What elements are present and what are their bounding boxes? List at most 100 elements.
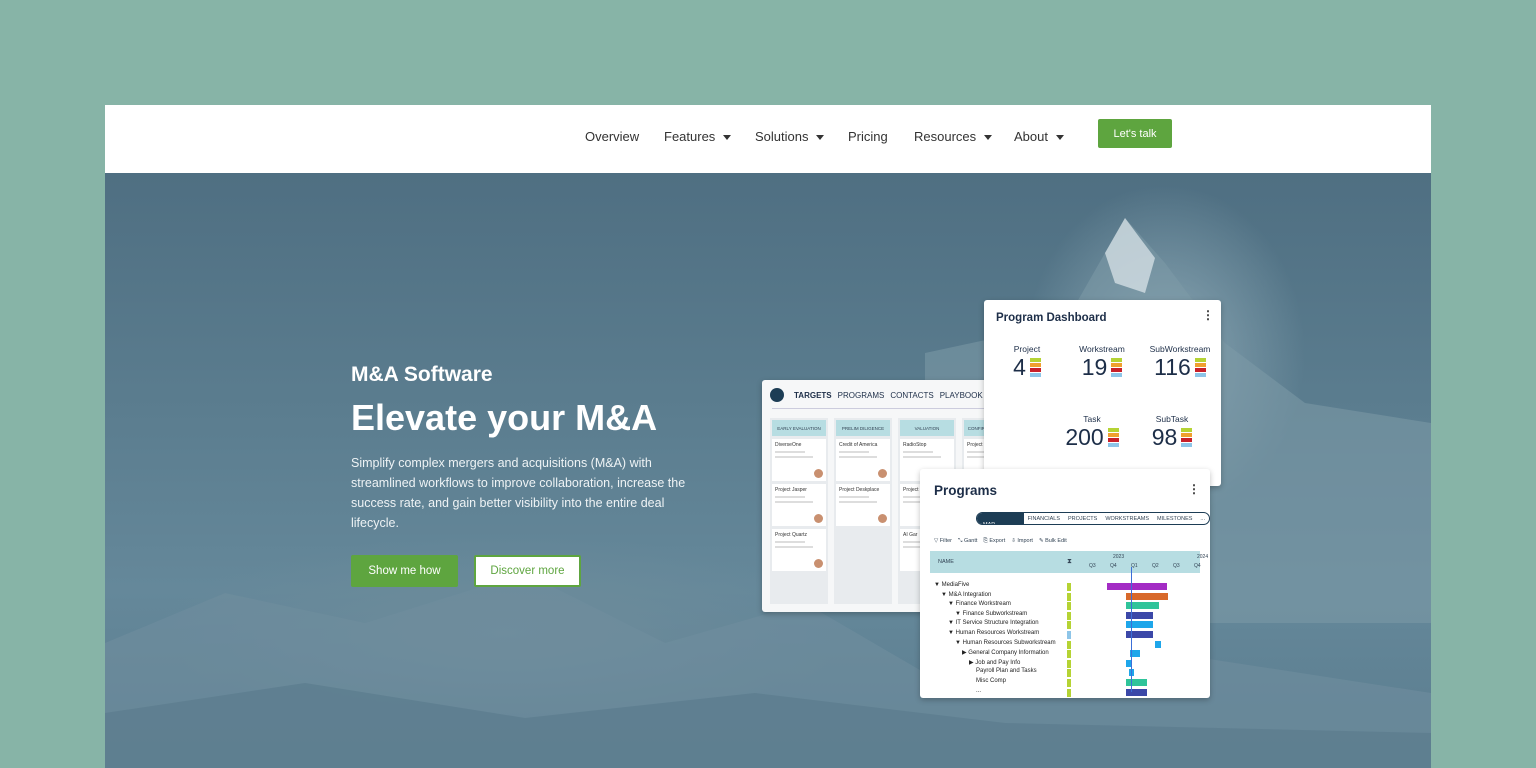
status-segment <box>1181 442 1193 447</box>
status-indicator <box>1067 669 1071 678</box>
caret-down-icon: ▼ <box>941 591 949 598</box>
today-marker <box>1130 567 1132 692</box>
avatar <box>814 514 823 523</box>
metric-subtask: SubTask 98 <box>1139 414 1205 451</box>
gantt-row[interactable]: ▼ Human Resources Workstream <box>948 630 1039 636</box>
gantt-row[interactable]: ▶ General Company Information <box>962 649 1049 656</box>
nav-item-solutions[interactable]: Solutions <box>755 129 825 144</box>
website: Overview Features Solutions Pricing Resource… <box>105 105 1431 768</box>
caret-down-icon: ▼ <box>948 601 956 608</box>
nav-item-overview[interactable]: Overview <box>585 129 639 144</box>
placeholder-line <box>775 541 805 543</box>
status-breakdown-bar <box>1111 357 1123 378</box>
gantt-row[interactable]: ▼ IT Service Structure Integration <box>948 620 1039 626</box>
nav-item-label: About <box>1014 129 1048 144</box>
kanban-tab[interactable]: CONTACTS <box>890 391 933 400</box>
tab--[interactable]: ... <box>1196 516 1209 522</box>
quarter-label: Q3 <box>1173 563 1180 569</box>
status-segment <box>1181 437 1193 442</box>
status-segment <box>1111 362 1123 367</box>
kanban-card[interactable]: Project Quartz <box>772 529 826 571</box>
kanban-card[interactable]: DiverseOne <box>772 439 826 481</box>
tool-bulk-edit[interactable]: ✎ Bulk Edit <box>1039 538 1067 545</box>
hero-eyebrow: M&A Software <box>351 363 493 386</box>
gantt-row[interactable]: Misc Comp <box>976 678 1006 684</box>
tool-label: Gantt <box>963 538 978 544</box>
metric-label: Task <box>1083 414 1101 424</box>
nav-item-label: Features <box>664 129 716 144</box>
gantt-row[interactable]: Payroll Plan and Tasks <box>976 668 1037 674</box>
metric-value: 98 <box>1151 424 1178 450</box>
quarter-label: Q2 <box>1152 563 1159 569</box>
gantt-row[interactable]: ▼ Finance Subworkstream <box>955 611 1027 617</box>
kanban-tab[interactable]: TARGETS <box>794 391 832 400</box>
show-me-how-button[interactable]: Show me how <box>351 555 458 587</box>
tool-gantt[interactable]: ⤡ Gantt <box>958 538 977 545</box>
row-name: Finance Subworkstream <box>962 610 1028 617</box>
nav-item-label: Solutions <box>755 129 809 144</box>
tool-label: Filter <box>939 538 952 544</box>
kanban-card[interactable]: Credit of America <box>836 439 890 481</box>
status-segment <box>1107 432 1119 437</box>
programs-toolbar: ▽ Filter ⤡ Gantt ⎘ Export ⇩ Import ✎ Bulk Ed… <box>934 538 1067 545</box>
status-indicator <box>1067 640 1071 649</box>
kanban-card[interactable]: Project Jasper <box>772 484 826 526</box>
caret-down-icon: ▼ <box>948 620 956 627</box>
kanban-card-title: Project Jasper <box>775 487 807 493</box>
status-segment <box>1029 357 1041 362</box>
more-options-icon: ⋮ <box>1188 482 1200 496</box>
programs-card: Programs ⋮ ACTIVITY MAPFINANCIALSPROJECT… <box>920 469 1210 698</box>
placeholder-line <box>839 451 869 453</box>
placeholder-line <box>775 496 805 498</box>
chevron-down-icon <box>723 135 732 141</box>
metric-label: Project <box>1013 344 1041 354</box>
discover-more-button[interactable]: Discover more <box>474 555 581 587</box>
nav-item-resources[interactable]: Resources <box>914 129 993 144</box>
gantt-row[interactable]: ▼ M&A Integration <box>941 592 991 598</box>
nav-item-features[interactable]: Features <box>664 129 732 144</box>
nav-item-pricing[interactable]: Pricing <box>848 129 888 144</box>
tool-filter[interactable]: ▽ Filter <box>934 538 952 545</box>
metric-task: Task 200 <box>1059 414 1125 451</box>
status-indicator <box>1067 631 1071 639</box>
kanban-card-title: Project Quartz <box>775 532 807 538</box>
avatar <box>814 559 823 568</box>
gantt-row[interactable]: ▼ MediaFive <box>934 582 969 588</box>
nav-item-about[interactable]: About <box>1014 129 1064 144</box>
gantt-bar <box>1125 592 1168 600</box>
placeholder-line <box>839 501 877 503</box>
gantt-row[interactable]: ... <box>976 688 981 694</box>
tab-activity-map[interactable]: ACTIVITY MAP <box>977 513 1024 524</box>
row-name: Human Resources Workstream <box>955 630 1040 636</box>
hero-description: Simplify complex mergers and acquisition… <box>351 456 686 530</box>
status-breakdown-bar <box>1107 427 1119 448</box>
placeholder-line <box>903 451 933 453</box>
gantt-bar <box>1125 688 1147 696</box>
placeholder-line <box>839 456 877 458</box>
tab-financials[interactable]: FINANCIALS <box>1024 516 1064 522</box>
lets-talk-button[interactable]: Let's talk <box>1098 119 1172 148</box>
tab-workstreams[interactable]: WORKSTREAMS <box>1101 516 1153 522</box>
programs-tabs: ACTIVITY MAPFINANCIALSPROJECTSWORKSTREAM… <box>976 512 1210 525</box>
status-breakdown-bar <box>1194 357 1206 378</box>
gantt-row[interactable]: ▼ Finance Workstream <box>948 601 1011 607</box>
tab-milestones[interactable]: MILESTONES <box>1153 516 1196 522</box>
kanban-tab[interactable]: PLAYBOOK <box>940 391 983 400</box>
avatar <box>878 469 887 478</box>
kanban-card[interactable]: Project Deskplace <box>836 484 890 526</box>
gantt-row[interactable]: ▶ Job and Pay Info <box>969 659 1020 666</box>
hero-section: M&A Software Elevate your M&A Simplify c… <box>105 173 1431 768</box>
kanban-tab[interactable]: PROGRAMS <box>838 391 885 400</box>
kanban-column-header: VALUATION <box>900 420 954 436</box>
metric-value: 116 <box>1154 354 1191 380</box>
tab-projects[interactable]: PROJECTS <box>1064 516 1101 522</box>
tool-export[interactable]: ⎘ Export <box>983 538 1005 545</box>
tool-label: Import <box>1017 538 1033 544</box>
programs-title: Programs <box>934 483 998 498</box>
status-indicator <box>1067 688 1071 697</box>
status-breakdown-bar <box>1181 427 1193 448</box>
gantt-bar <box>1125 611 1153 619</box>
placeholder-line <box>775 546 813 548</box>
gantt-row[interactable]: ▼ Human Resources Subworkstream <box>955 640 1056 646</box>
tool-import[interactable]: ⇩ Import <box>1011 538 1033 545</box>
